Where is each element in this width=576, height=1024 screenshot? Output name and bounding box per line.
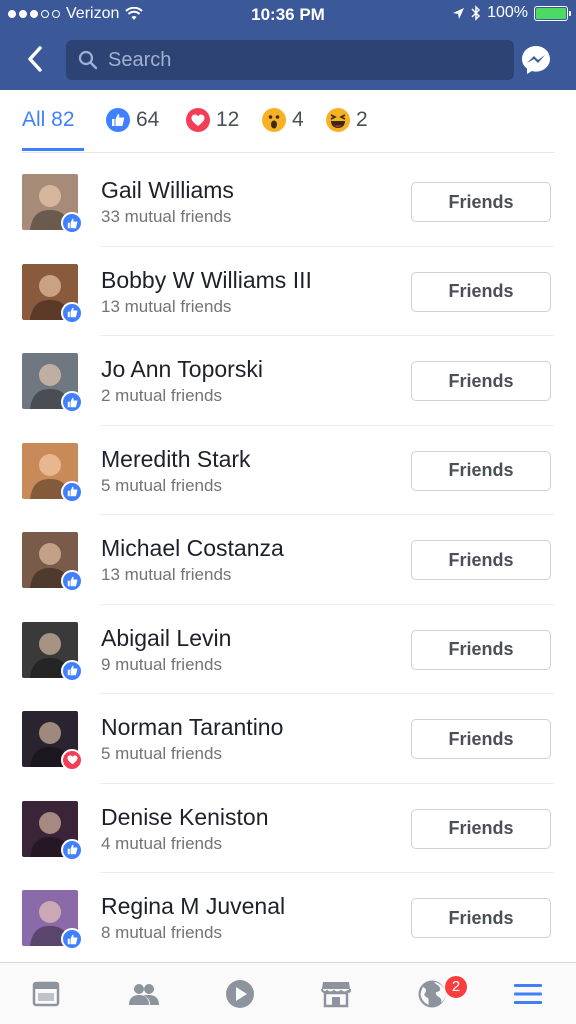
friends-icon[interactable] bbox=[128, 979, 160, 1009]
friend-row[interactable]: Abigail Levin 9 mutual friends Friends bbox=[0, 605, 576, 694]
love-badge-icon bbox=[61, 749, 83, 771]
haha-icon bbox=[326, 108, 350, 132]
like-badge-icon bbox=[61, 928, 83, 950]
friends-button[interactable]: Friends bbox=[411, 450, 551, 491]
mutual-friends-count: 13 mutual friends bbox=[101, 565, 232, 584]
reactions-list: Gail Williams 33 mutual friends Friends Bob… bbox=[0, 157, 576, 963]
mutual-friends-count: 13 mutual friends bbox=[101, 296, 232, 316]
friend-name[interactable]: Norman Tarantino bbox=[101, 714, 283, 741]
location-arrow-icon bbox=[453, 7, 465, 19]
friend-name[interactable]: Abigail Levin bbox=[101, 625, 231, 652]
friend-row[interactable]: Norman Tarantino 5 mutual friends Friends bbox=[0, 694, 576, 784]
mutual-friends-count: 5 mutual friends bbox=[101, 744, 222, 763]
chevron-left-icon[interactable] bbox=[22, 44, 50, 74]
tab-all[interactable]: All 82 bbox=[22, 108, 75, 132]
bottom-tab-bar: 2 bbox=[0, 962, 576, 1024]
mutual-friends-count: 5 mutual friends bbox=[101, 475, 222, 495]
tab-all-label: All 82 bbox=[22, 108, 75, 131]
friends-button[interactable]: Friends bbox=[411, 361, 551, 401]
search-icon bbox=[78, 50, 98, 70]
friends-button[interactable]: Friends bbox=[411, 271, 551, 312]
mutual-friends-count: 4 mutual friends bbox=[101, 833, 222, 853]
friends-button[interactable]: Friends bbox=[411, 808, 551, 849]
messenger-icon[interactable] bbox=[520, 44, 552, 76]
friend-name[interactable]: Michael Costanza bbox=[101, 535, 284, 562]
like-badge-icon bbox=[61, 838, 83, 861]
friend-name[interactable]: Jo Ann Toporski bbox=[101, 356, 263, 383]
status-right: 100% bbox=[452, 4, 571, 22]
bluetooth-icon bbox=[471, 5, 481, 21]
tab-haha-count: 2 bbox=[356, 108, 368, 131]
friend-row[interactable]: Michael Costanza 13 mutual friends Friends bbox=[0, 515, 576, 605]
search-bar[interactable] bbox=[66, 40, 514, 80]
friend-row[interactable]: Bobby W Williams III 13 mutual friends Fri… bbox=[0, 247, 576, 336]
friend-row[interactable]: Meredith Stark 5 mutual friends Friends bbox=[0, 426, 576, 515]
like-badge-icon bbox=[61, 659, 83, 682]
friends-button[interactable]: Friends bbox=[411, 182, 551, 222]
love-icon bbox=[186, 108, 210, 132]
friend-name[interactable]: Regina M Juvenal bbox=[101, 893, 285, 920]
mutual-friends-count: 9 mutual friends bbox=[101, 654, 222, 674]
top-header: Verizon 10:36 PM 100% bbox=[0, 0, 576, 90]
friends-button[interactable]: Friends bbox=[411, 629, 551, 670]
friend-row[interactable]: Jo Ann Toporski 2 mutual friends Friends bbox=[0, 336, 576, 426]
tab-like[interactable]: 64 bbox=[106, 108, 159, 132]
search-row bbox=[0, 36, 576, 82]
tab-wow-count: 4 bbox=[292, 108, 304, 131]
friend-name[interactable]: Bobby W Williams III bbox=[101, 267, 312, 294]
tab-wow[interactable]: 4 bbox=[262, 108, 304, 132]
tab-like-count: 64 bbox=[136, 108, 160, 131]
friend-row[interactable]: Regina M Juvenal 8 mutual friends Friends bbox=[0, 873, 576, 963]
marketplace-icon[interactable] bbox=[320, 979, 352, 1009]
like-badge-icon bbox=[61, 301, 83, 324]
tab-love[interactable]: 12 bbox=[186, 108, 239, 132]
friends-button[interactable]: Friends bbox=[411, 898, 551, 938]
like-badge-icon bbox=[61, 391, 83, 413]
tabs-divider bbox=[22, 152, 554, 153]
active-tab-indicator bbox=[22, 148, 84, 151]
reaction-tabs: All 82 64 12 4 2 bbox=[0, 90, 576, 152]
tab-love-count: 12 bbox=[216, 108, 240, 131]
friend-row[interactable]: Gail Williams 33 mutual friends Friends bbox=[0, 157, 576, 247]
notification-count-badge: 2 bbox=[444, 975, 468, 999]
status-bar: Verizon 10:36 PM 100% bbox=[0, 0, 576, 30]
battery-percent: 100% bbox=[487, 4, 528, 21]
like-badge-icon bbox=[61, 480, 83, 503]
notifications-globe-icon[interactable] bbox=[416, 979, 448, 1009]
mutual-friends-count: 2 mutual friends bbox=[101, 386, 222, 405]
mutual-friends-count: 8 mutual friends bbox=[101, 923, 222, 942]
friend-row[interactable]: Denise Keniston 4 mutual friends Friends bbox=[0, 784, 576, 873]
like-badge-icon bbox=[61, 570, 83, 592]
search-input[interactable] bbox=[108, 48, 488, 72]
news-feed-icon[interactable] bbox=[30, 979, 62, 1009]
friends-button[interactable]: Friends bbox=[411, 719, 551, 759]
friend-name[interactable]: Meredith Stark bbox=[101, 446, 251, 473]
friend-name[interactable]: Denise Keniston bbox=[101, 804, 269, 831]
menu-icon[interactable] bbox=[512, 979, 544, 1009]
battery-icon bbox=[534, 5, 571, 21]
mutual-friends-count: 33 mutual friends bbox=[101, 207, 232, 226]
like-icon bbox=[106, 108, 130, 132]
like-badge-icon bbox=[61, 212, 83, 234]
video-icon[interactable] bbox=[224, 979, 256, 1009]
friend-name[interactable]: Gail Williams bbox=[101, 177, 234, 204]
tab-haha[interactable]: 2 bbox=[326, 108, 368, 132]
wow-icon bbox=[262, 108, 286, 132]
friends-button[interactable]: Friends bbox=[411, 540, 551, 580]
